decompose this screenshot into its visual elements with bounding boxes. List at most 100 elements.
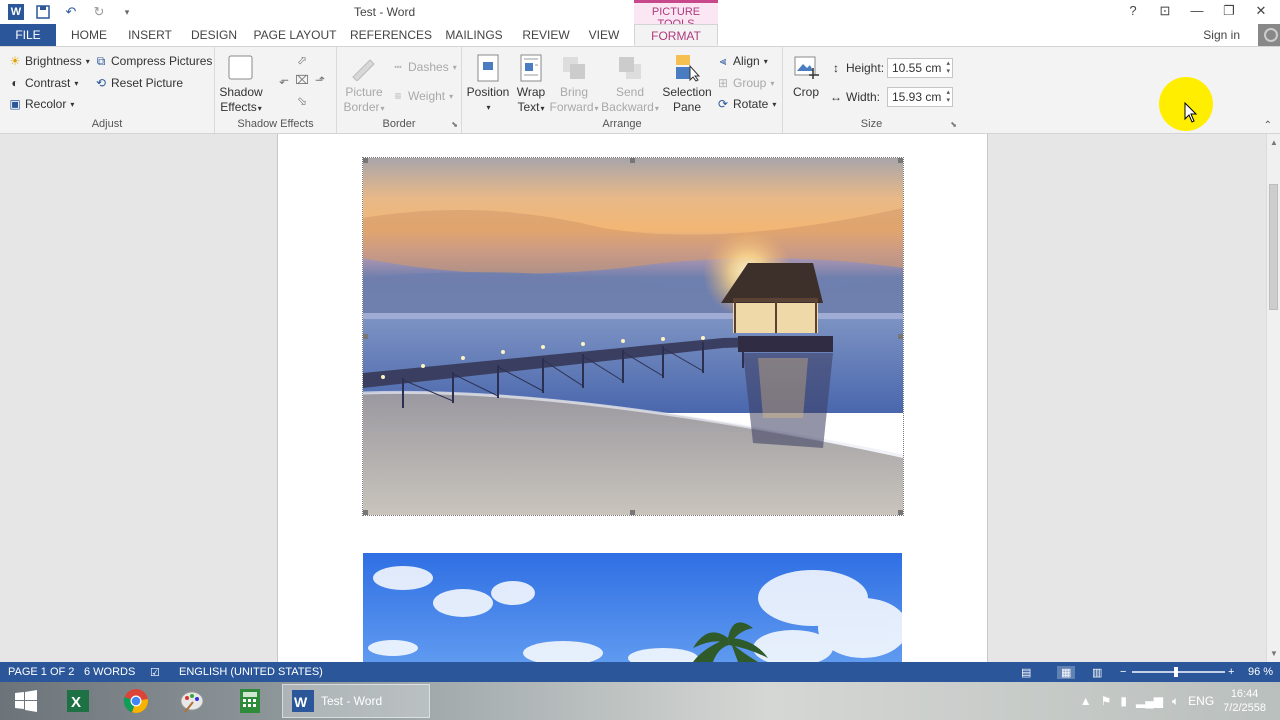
- resize-handle-top-right[interactable]: [898, 158, 903, 163]
- save-icon[interactable]: [34, 3, 52, 21]
- width-field[interactable]: 15.93 cm ▴ ▾: [887, 87, 953, 107]
- size-dialog-launcher-icon[interactable]: ⬊: [950, 120, 957, 129]
- bring-forward-button[interactable]: Bring Forward▾: [549, 53, 599, 116]
- scrollbar-thumb[interactable]: [1269, 184, 1278, 310]
- nudge-shadow-up-right-icon[interactable]: ⬀: [295, 53, 309, 67]
- vertical-scrollbar[interactable]: ▲ ▼: [1266, 134, 1280, 662]
- wrap-text-button[interactable]: Wrap Text▾: [512, 53, 550, 116]
- send-backward-button[interactable]: Send Backward▾: [601, 53, 659, 116]
- contrast-button[interactable]: ◐ Contrast ▾: [8, 76, 78, 90]
- shadow-on-off-icon[interactable]: ⌧: [295, 73, 309, 87]
- network-icon[interactable]: ▂▄▆: [1136, 694, 1163, 708]
- input-language[interactable]: ENG: [1188, 694, 1214, 708]
- selected-picture-sunset-pier[interactable]: [362, 157, 904, 516]
- group-arrange: Position ▾ Wrap Text▾ Bring Forward▾ Sen…: [462, 47, 783, 133]
- tab-mailings[interactable]: MAILINGS: [442, 24, 506, 46]
- picture-blue-sky-palm[interactable]: [363, 553, 902, 662]
- group-button[interactable]: ⊞ Group ▾: [716, 76, 774, 90]
- chrome-taskbar-icon[interactable]: [112, 684, 160, 718]
- reset-picture-button[interactable]: ⟲ Reset Picture: [94, 76, 183, 90]
- scroll-up-icon[interactable]: ▲: [1270, 138, 1278, 147]
- resize-handle-bottom-right[interactable]: [898, 510, 903, 515]
- nudge-shadow-right-icon[interactable]: ⬏: [313, 73, 327, 87]
- resize-handle-bottom-left[interactable]: [363, 510, 368, 515]
- sign-in-link[interactable]: Sign in: [1203, 28, 1240, 42]
- zoom-level[interactable]: 96 %: [1248, 666, 1273, 678]
- system-tray: ▲ ⚑ ▮ ▂▄▆ 🔈︎ ENG 16:44 7/2/2558: [1080, 682, 1280, 720]
- resize-handle-right[interactable]: [898, 334, 903, 339]
- word-logo-icon[interactable]: W: [8, 4, 24, 20]
- customize-qat-icon[interactable]: ▾: [118, 3, 136, 21]
- collapse-ribbon-icon[interactable]: ⌃: [1264, 120, 1272, 131]
- restore-icon[interactable]: ❐: [1220, 3, 1238, 19]
- minimize-icon[interactable]: —: [1188, 3, 1206, 19]
- paint-app-taskbar-icon[interactable]: [168, 684, 216, 718]
- nudge-shadow-down-icon[interactable]: ⬂: [295, 94, 309, 108]
- calculator-taskbar-icon[interactable]: [226, 684, 274, 718]
- tab-format[interactable]: FORMAT: [634, 24, 718, 46]
- selection-pane-icon: [673, 53, 701, 83]
- clock[interactable]: 16:44 7/2/2558: [1223, 687, 1266, 715]
- language-indicator[interactable]: ENGLISH (UNITED STATES): [179, 666, 323, 678]
- page-count[interactable]: PAGE 1 OF 2: [8, 666, 74, 678]
- tab-page-layout[interactable]: PAGE LAYOUT: [252, 24, 338, 46]
- resize-handle-left[interactable]: [363, 334, 368, 339]
- height-spinner-icon[interactable]: ▴ ▾: [946, 60, 950, 76]
- sunset-pier-image: [363, 158, 903, 515]
- resize-handle-bottom[interactable]: [630, 510, 635, 515]
- web-layout-icon[interactable]: ▥: [1092, 666, 1102, 679]
- zoom-slider[interactable]: [1132, 671, 1225, 673]
- word-taskbar-item[interactable]: W Test - Word: [282, 684, 430, 718]
- weight-button[interactable]: ≡ Weight ▾: [391, 89, 453, 103]
- redo-icon[interactable]: ↻: [90, 3, 108, 21]
- volume-icon[interactable]: 🔈︎: [1172, 694, 1179, 709]
- show-hidden-icons-icon[interactable]: ▲: [1080, 694, 1092, 708]
- tab-design[interactable]: DESIGN: [188, 24, 240, 46]
- position-button[interactable]: Position ▾: [466, 53, 510, 115]
- excel-taskbar-icon[interactable]: X: [54, 684, 102, 718]
- selection-pane-button[interactable]: Selection Pane: [662, 53, 712, 115]
- start-button[interactable]: [0, 682, 52, 720]
- compress-pictures-button[interactable]: ⧉ Compress Pictures: [94, 54, 213, 69]
- undo-icon[interactable]: ↶: [62, 3, 80, 21]
- zoom-out-icon[interactable]: −: [1120, 666, 1126, 678]
- avatar[interactable]: [1258, 24, 1280, 46]
- brightness-button[interactable]: ☀ Brightness ▾: [8, 54, 90, 68]
- zoom-in-icon[interactable]: +: [1228, 666, 1234, 678]
- help-icon[interactable]: ?: [1124, 3, 1142, 19]
- tab-file[interactable]: FILE: [0, 24, 56, 46]
- tab-home[interactable]: HOME: [66, 24, 112, 46]
- close-icon[interactable]: ✕: [1252, 3, 1270, 19]
- rotate-button[interactable]: ⟳ Rotate ▾: [716, 97, 776, 111]
- width-label: ↔ Width:: [829, 90, 880, 104]
- align-button[interactable]: ⫷ Align ▾: [716, 54, 768, 69]
- proofing-icon[interactable]: ☑: [150, 666, 160, 679]
- picture-border-button[interactable]: Picture Border▾: [341, 53, 387, 116]
- height-value: 10.55 cm: [892, 61, 942, 75]
- tab-references[interactable]: REFERENCES: [350, 24, 432, 46]
- scroll-down-icon[interactable]: ▼: [1270, 649, 1278, 658]
- word-count[interactable]: 6 WORDS: [84, 666, 135, 678]
- shadow-effects-label-1: Shadow: [219, 85, 263, 99]
- power-icon[interactable]: ▮: [1120, 694, 1127, 708]
- zoom-slider-thumb[interactable]: [1174, 667, 1178, 677]
- tab-view[interactable]: VIEW: [586, 24, 622, 46]
- resize-handle-top-left[interactable]: [363, 158, 368, 163]
- ribbon-display-options-icon[interactable]: ⊡: [1156, 3, 1174, 19]
- flag-icon[interactable]: ⚑: [1101, 694, 1112, 708]
- shadow-effects-button[interactable]: Shadow Effects▾: [219, 53, 263, 116]
- nudge-shadow-left-icon[interactable]: ⬐: [277, 73, 291, 87]
- resize-handle-top[interactable]: [630, 158, 635, 163]
- crop-button[interactable]: Crop: [789, 53, 823, 100]
- width-spinner-icon[interactable]: ▴ ▾: [946, 89, 950, 105]
- recolor-button[interactable]: ▣ Recolor ▾: [8, 97, 74, 111]
- picture-tools-context-label: PICTURE TOOLS: [634, 0, 718, 30]
- read-mode-icon[interactable]: ▤: [1021, 666, 1031, 679]
- print-layout-icon[interactable]: ▦: [1057, 666, 1076, 679]
- window-controls: ? ⊡ — ❐ ✕: [1124, 3, 1270, 19]
- border-dialog-launcher-icon[interactable]: ⬊: [451, 120, 458, 129]
- tab-review[interactable]: REVIEW: [518, 24, 574, 46]
- tab-insert[interactable]: INSERT: [124, 24, 176, 46]
- height-field[interactable]: 10.55 cm ▴ ▾: [887, 58, 953, 78]
- dashes-button[interactable]: ┅ Dashes ▾: [391, 60, 456, 74]
